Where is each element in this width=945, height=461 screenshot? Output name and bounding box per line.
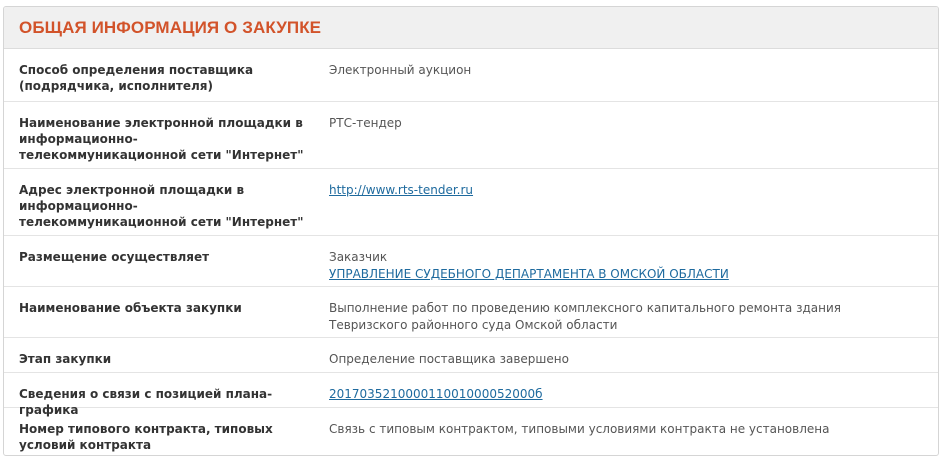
row-value: 201703521000011001000052000б xyxy=(329,386,919,403)
row-value: Электронный аукцион xyxy=(329,63,472,77)
purchase-info-panel: ОБЩАЯ ИНФОРМАЦИЯ О ЗАКУПКЕ Способ опреде… xyxy=(3,6,939,456)
plan-position-link[interactable]: 201703521000011001000052000б xyxy=(329,387,543,401)
row-value: http://www.rts-tender.ru xyxy=(329,182,919,199)
row-purchase-stage: Этап закупки Определение поставщика заве… xyxy=(4,338,938,373)
row-label: Способ определения поставщика (подрядчик… xyxy=(19,63,254,93)
row-label: Этап закупки xyxy=(19,352,112,366)
row-supplier-method: Способ определения поставщика (подрядчик… xyxy=(4,49,938,102)
row-label: Номер типового контракта, типовых услови… xyxy=(19,422,273,452)
row-label: Адрес электронной площадки в информацион… xyxy=(19,183,304,229)
row-value: РТС-тендер xyxy=(329,116,402,130)
platform-url-link[interactable]: http://www.rts-tender.ru xyxy=(329,183,473,197)
panel-header: ОБЩАЯ ИНФОРМАЦИЯ О ЗАКУПКЕ xyxy=(4,7,938,49)
row-placement: Размещение осуществляет Заказчик УПРАВЛЕ… xyxy=(4,236,938,287)
section-title: ОБЩАЯ ИНФОРМАЦИЯ О ЗАКУПКЕ xyxy=(19,18,322,37)
row-label: Наименование электронной площадки в инфо… xyxy=(19,116,304,162)
row-label: Наименование объекта закупки xyxy=(19,301,242,315)
row-value: Связь с типовым контрактом, типовыми усл… xyxy=(329,422,830,436)
row-value: Заказчик УПРАВЛЕНИЕ СУДЕБНОГО ДЕПАРТАМЕН… xyxy=(329,249,919,283)
row-standard-contract: Номер типового контракта, типовых услови… xyxy=(4,408,938,455)
customer-link[interactable]: УПРАВЛЕНИЕ СУДЕБНОГО ДЕПАРТАМЕНТА В ОМСК… xyxy=(329,267,729,281)
row-purchase-object: Наименование объекта закупки Выполнение … xyxy=(4,287,938,338)
row-plan-position: Сведения о связи с позицией плана-график… xyxy=(4,373,938,417)
row-platform-address: Адрес электронной площадки в информацион… xyxy=(4,169,938,236)
placement-role: Заказчик xyxy=(329,250,388,264)
row-platform-name: Наименование электронной площадки в инфо… xyxy=(4,102,938,169)
row-label: Размещение осуществляет xyxy=(19,250,210,264)
row-value: Определение поставщика завершено xyxy=(329,352,569,366)
row-value: Выполнение работ по проведению комплексн… xyxy=(329,301,841,332)
